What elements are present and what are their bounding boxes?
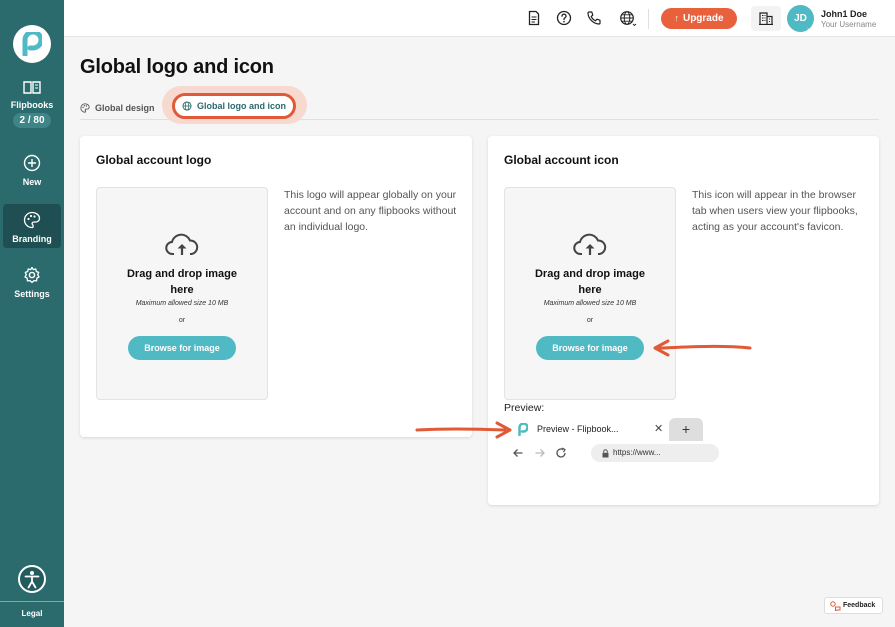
accessibility-icon <box>24 571 40 589</box>
sidebar-item-branding[interactable]: Branding <box>3 204 61 248</box>
preview-new-tab: + <box>669 418 703 441</box>
back-arrow-icon <box>513 449 523 457</box>
preview-label: Preview: <box>504 402 545 414</box>
card-title: Global account logo <box>96 153 212 167</box>
topbar-separator <box>648 9 649 29</box>
app-logo[interactable] <box>13 25 51 63</box>
plus-circle-icon <box>23 154 41 172</box>
globe-icon <box>182 101 192 111</box>
accessibility-button[interactable] <box>18 565 46 593</box>
sidebar-item-label: Branding <box>12 234 52 244</box>
preview-url-bar: https://www... <box>591 444 719 462</box>
palette-icon <box>23 211 41 229</box>
dropzone-or: or <box>178 317 186 324</box>
arrow-up-icon: ↑ <box>674 13 679 23</box>
tab-global-design[interactable]: Global design <box>80 96 155 120</box>
sidebar-item-flipbooks[interactable]: Flipbooks 2 / 80 <box>3 80 61 134</box>
chevron-down-icon: ⌄ <box>806 25 812 32</box>
tab-global-logo-and-icon[interactable]: Global logo and icon <box>172 93 296 119</box>
icon-description: This icon will appear in the browser tab… <box>692 189 858 233</box>
preview-browser-tab: Preview - Flipbook... ✕ <box>504 418 668 441</box>
forward-arrow-icon <box>535 449 545 457</box>
dropzone-max-size: Maximum allowed size 10 MB <box>135 300 229 307</box>
sidebar-item-settings[interactable]: Settings <box>3 266 61 302</box>
cloud-upload-icon <box>573 233 607 255</box>
upgrade-label: Upgrade <box>682 13 724 24</box>
page-title: Global logo and icon <box>80 56 274 78</box>
user-name[interactable]: John1 Doe <box>821 9 867 19</box>
building-icon <box>759 12 773 25</box>
dropzone-max-size: Maximum allowed size 10 MB <box>543 300 637 307</box>
book-icon <box>23 81 41 94</box>
gear-icon <box>24 266 40 284</box>
palette-icon <box>80 103 90 113</box>
phone-icon[interactable] <box>586 10 602 26</box>
dropzone-title: Drag and drop image here <box>126 268 238 296</box>
sidebar-item-label: Flipbooks <box>10 100 54 110</box>
sidebar-item-label: New <box>22 177 42 187</box>
flipbook-count-badge: 2 / 80 <box>13 113 51 128</box>
user-username: Your Username <box>821 20 877 29</box>
browse-icon-button[interactable]: Browse for image <box>536 336 644 360</box>
sidebar-divider <box>0 601 64 602</box>
cloud-upload-icon <box>165 233 199 255</box>
sidebar-item-new[interactable]: New <box>3 154 61 190</box>
sidebar: Flipbooks 2 / 80 New Branding Settings L… <box>0 0 64 627</box>
tab-label: Global logo and icon <box>197 101 286 111</box>
card-title: Global account icon <box>504 153 619 167</box>
tab-label: Global design <box>95 103 155 113</box>
logo-dropzone[interactable]: Drag and drop image here Maximum allowed… <box>96 187 268 400</box>
global-icon-card: Global account icon Drag and drop image … <box>488 136 879 505</box>
feedback-icon <box>830 601 841 611</box>
icon-dropzone[interactable]: Drag and drop image here Maximum allowed… <box>504 187 676 400</box>
reload-icon <box>556 447 566 458</box>
preview-tab-title: Preview - Flipbook... <box>537 424 619 434</box>
favicon-icon <box>518 423 528 436</box>
dropzone-title: Drag and drop image here <box>534 268 646 296</box>
feedback-label: Feedback <box>843 602 876 609</box>
document-icon[interactable] <box>526 10 542 26</box>
browse-logo-button[interactable]: Browse for image <box>128 336 236 360</box>
help-icon[interactable] <box>556 10 572 26</box>
lock-icon <box>602 449 609 458</box>
preview-navigation-bar: https://www... <box>504 441 719 465</box>
dropzone-or: or <box>586 317 594 324</box>
tab-bar: Global design Global logo and icon <box>80 86 879 124</box>
upgrade-button[interactable]: ↑ Upgrade <box>661 8 737 29</box>
feedback-button[interactable]: Feedback <box>824 597 883 614</box>
legal-link[interactable]: Legal <box>0 609 64 618</box>
sidebar-item-label: Settings <box>14 289 50 299</box>
globe-icon[interactable] <box>619 10 637 26</box>
organization-button[interactable] <box>751 6 781 31</box>
close-icon: ✕ <box>654 423 664 435</box>
flipbook-logo-icon <box>22 32 42 56</box>
logo-description: This logo will appear globally on your a… <box>284 189 457 233</box>
global-logo-card: Global account logo Drag and drop image … <box>80 136 472 437</box>
top-bar: ↑ Upgrade JD ⌄ John1 Doe Your Username <box>64 0 895 37</box>
